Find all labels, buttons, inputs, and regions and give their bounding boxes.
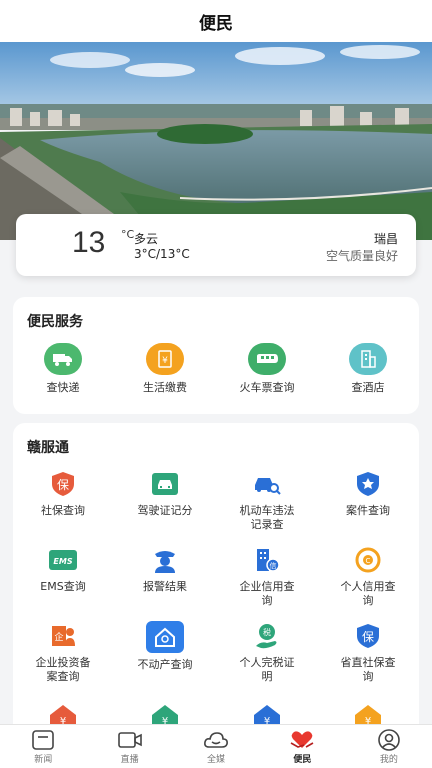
services-card: 便民服务 查快递 ¥ 生活缴费 火车票查询 查酒店	[13, 297, 419, 414]
service-label: 火车票查询	[239, 381, 295, 394]
service-express-query[interactable]: 查快递	[13, 343, 113, 395]
ganfutong-item-provincial-social-security[interactable]: 保 省直社保查询	[318, 621, 418, 684]
ganfutong-item-real-estate[interactable]: 不动产查询	[115, 621, 215, 672]
tax-icon: 税	[252, 621, 282, 651]
temperature-value: 13	[72, 226, 106, 259]
ganfutong-label: 企业投资备案查询	[35, 656, 91, 683]
service-label: 查酒店	[351, 381, 385, 394]
building-credit-icon: 信	[252, 545, 282, 575]
service-utility-payment[interactable]: ¥ 生活缴费	[115, 343, 215, 395]
tab-label: 新闻	[34, 755, 53, 765]
weather-card[interactable]: 13 °C 多云 3°C/13°C 瑞昌 空气质量良好	[16, 214, 416, 276]
investment-icon: 企	[48, 621, 78, 651]
tab-label: 全媒	[207, 755, 226, 765]
heart-hands-icon	[291, 731, 314, 748]
service-label: 查快递	[46, 381, 80, 394]
personal-credit-icon: C	[353, 545, 383, 575]
services-title: 便民服务	[27, 314, 83, 330]
ganfutong-label: 省直社保查询	[340, 656, 396, 683]
ganfutong-item-enterprise-credit[interactable]: 信 企业信用查询	[217, 545, 317, 608]
ganfutong-item-personal-credit[interactable]: C 个人信用查询	[318, 545, 418, 608]
svg-text:企: 企	[54, 631, 63, 643]
ganfutong-item-enterprise-investment[interactable]: 企 企业投资备案查询	[13, 621, 113, 684]
police-badge-icon	[353, 469, 383, 499]
ganfutong-title: 赣服通	[27, 440, 69, 456]
ganfutong-item-ems[interactable]: EMS EMS查询	[13, 545, 113, 594]
ganfutong-item-social-security[interactable]: 保 社保查询	[13, 469, 113, 518]
ganfutong-card: 赣服通 保 社保查询 驾驶证记分 机动车违法记录查 案件查询 EMS EMS查询	[13, 423, 419, 753]
svg-text:信: 信	[270, 561, 277, 570]
hero-banner-image[interactable]	[0, 42, 432, 240]
ganfutong-label: 社保查询	[41, 504, 85, 517]
ganfutong-label: 不动产查询	[137, 658, 193, 671]
svg-text:C: C	[366, 557, 371, 565]
svg-text:税: 税	[263, 627, 271, 637]
vehicle-search-icon	[252, 469, 282, 499]
video-icon	[117, 732, 142, 748]
news-icon	[32, 730, 55, 750]
cloud-icon	[204, 732, 228, 748]
police-officer-icon	[150, 545, 180, 575]
hotel-icon	[349, 343, 387, 375]
real-estate-icon	[146, 621, 184, 653]
page-title: 便民	[199, 13, 233, 34]
ganfutong-label: 个人信用查询	[340, 580, 396, 607]
bill-icon: ¥	[146, 343, 184, 375]
tab-news[interactable]: 新闻	[0, 725, 86, 768]
tab-convenience[interactable]: 便民	[259, 725, 345, 768]
svg-text:¥: ¥	[162, 356, 168, 366]
svg-text:保: 保	[362, 630, 374, 644]
tab-label: 直播	[120, 755, 139, 765]
ganfutong-label: 案件查询	[346, 504, 390, 517]
ganfutong-item-police-report[interactable]: 报警结果	[115, 545, 215, 594]
car-icon	[150, 469, 180, 499]
service-label: 生活缴费	[143, 381, 187, 394]
train-icon	[248, 343, 286, 375]
ganfutong-item-vehicle-violation[interactable]: 机动车违法记录查	[217, 469, 317, 532]
tab-mine[interactable]: 我的	[346, 725, 432, 768]
ganfutong-item-tax-certificate[interactable]: 税 个人完税证明	[217, 621, 317, 684]
truck-icon	[44, 343, 82, 375]
temperature-range: 3°C/13°C	[134, 247, 190, 261]
service-hotel-search[interactable]: 查酒店	[318, 343, 418, 395]
tab-label: 我的	[379, 755, 398, 765]
shield-icon: 保	[353, 621, 383, 651]
tab-label: 便民	[293, 755, 312, 765]
city-name: 瑞昌	[373, 232, 398, 246]
ganfutong-label: 企业信用查询	[239, 580, 295, 607]
ganfutong-label: 驾驶证记分	[137, 504, 193, 517]
city-lake-photo	[0, 42, 432, 240]
social-security-icon: 保	[48, 469, 78, 499]
air-quality: 空气质量良好	[325, 249, 398, 263]
temperature-unit: °C	[121, 228, 135, 241]
svg-text:保: 保	[57, 478, 69, 492]
ganfutong-label: 机动车违法记录查	[239, 504, 295, 531]
bottom-tab-bar: 新闻 直播 全媒 便民 我的	[0, 724, 432, 768]
weather-condition: 多云	[134, 232, 159, 246]
tab-live[interactable]: 直播	[86, 725, 172, 768]
ganfutong-label: EMS查询	[40, 580, 86, 593]
ganfutong-item-case-query[interactable]: 案件查询	[318, 469, 418, 518]
top-bar: 便民	[0, 0, 432, 42]
user-icon	[378, 729, 400, 751]
service-train-ticket[interactable]: 火车票查询	[217, 343, 317, 395]
ganfutong-label: 报警结果	[143, 580, 187, 593]
svg-text:EMS: EMS	[53, 557, 72, 566]
ganfutong-item-license-points[interactable]: 驾驶证记分	[115, 469, 215, 518]
tab-all-media[interactable]: 全媒	[173, 725, 259, 768]
ganfutong-label: 个人完税证明	[239, 656, 295, 683]
ems-icon: EMS	[48, 545, 78, 575]
